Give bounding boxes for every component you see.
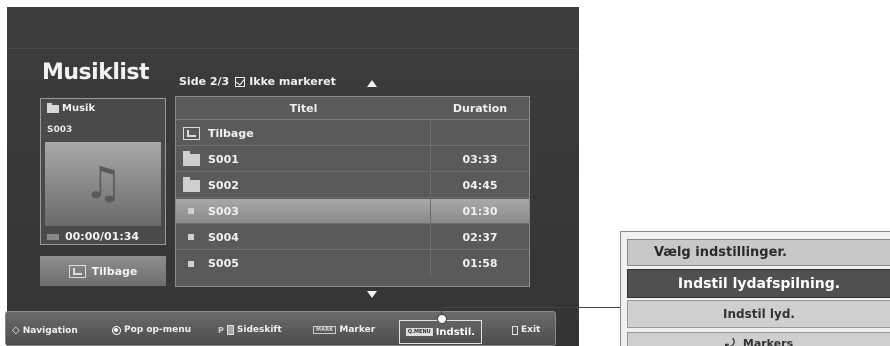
page-info: Side 2/3 Ikke markeret bbox=[179, 75, 336, 88]
table-row[interactable]: S004 02:37 bbox=[176, 225, 529, 250]
music-file-icon bbox=[188, 208, 194, 214]
navigation-arrows-icon: ◇ bbox=[12, 325, 20, 336]
folder-icon bbox=[183, 151, 200, 166]
row-name: S002 bbox=[208, 178, 239, 192]
table-row[interactable]: S001 03:33 bbox=[176, 147, 529, 172]
table-row-selected[interactable]: S003 01:30 bbox=[176, 199, 529, 224]
p-key-label: P bbox=[218, 325, 224, 335]
row-name: S003 bbox=[208, 204, 239, 218]
row-title: S003 bbox=[176, 199, 431, 223]
row-duration: 03:33 bbox=[462, 153, 498, 166]
screen: Musiklist Side 2/3 Ikke markeret Musik S… bbox=[0, 0, 890, 346]
time-label: 00:00/01:34 bbox=[65, 230, 140, 243]
hint-marker: MARK Marker bbox=[313, 325, 375, 335]
markers-label: Markers bbox=[742, 336, 794, 346]
scroll-up-icon[interactable] bbox=[367, 80, 377, 87]
folder-label: Musik bbox=[47, 102, 96, 114]
hint-navigation: ◇ Navigation bbox=[12, 325, 78, 336]
table-row[interactable]: S002 04:45 bbox=[176, 173, 529, 198]
folder-name: Musik bbox=[62, 103, 96, 114]
hint-popup: Pop op-menu bbox=[112, 325, 191, 335]
column-header-duration: Duration bbox=[452, 102, 508, 115]
row-name: S004 bbox=[208, 230, 239, 244]
callout-line bbox=[441, 307, 575, 308]
hint-exit: Exit bbox=[512, 325, 540, 335]
scroll-down-icon[interactable] bbox=[367, 291, 377, 298]
row-title: Tilbage bbox=[176, 121, 431, 145]
music-note-icon: ♫ bbox=[83, 158, 123, 209]
hint-marker-label: Marker bbox=[339, 325, 376, 335]
hint-exit-label: Exit bbox=[521, 325, 541, 335]
row-title: S004 bbox=[176, 225, 431, 249]
options-menu: Vælg indstillinger. Indstil lydafspilnin… bbox=[620, 231, 890, 346]
button-guide-bar: ◇ Navigation Pop op-menu P Sideskift MAR… bbox=[5, 311, 556, 346]
row-title: S001 bbox=[176, 147, 431, 171]
back-button[interactable]: Tilbage bbox=[40, 256, 166, 286]
row-title: S002 bbox=[176, 173, 431, 197]
row-name: S001 bbox=[208, 152, 239, 166]
markers-icon: ⤾ bbox=[724, 335, 735, 346]
hint-pageshift: P Sideskift bbox=[218, 325, 282, 335]
now-playing-panel: Musik S003 ♫ 00:00/01:34 bbox=[40, 98, 166, 245]
ok-button-icon bbox=[112, 325, 121, 335]
music-file-icon bbox=[188, 260, 194, 267]
back-button-label: Tilbage bbox=[91, 264, 138, 278]
hint-pageshift-label: Sideskift bbox=[236, 325, 282, 335]
indstil-label: Indstil. bbox=[435, 326, 476, 338]
page-number: Side 2/3 bbox=[179, 75, 230, 88]
column-header-title: Titel bbox=[289, 102, 318, 115]
album-art: ♫ bbox=[45, 142, 161, 226]
playback-time: 00:00/01:34 bbox=[47, 230, 139, 243]
music-table: Titel Duration Tilbage S001 03:33 S002 0… bbox=[175, 96, 530, 287]
page-title: Musiklist bbox=[42, 60, 150, 85]
menu-title: Vælg indstillinger. bbox=[627, 239, 890, 266]
menu-item-playback[interactable]: Indstil lydafspilning. bbox=[627, 269, 890, 298]
menu-item-sound[interactable]: Indstil lyd. bbox=[627, 300, 890, 328]
hint-navigation-label: Navigation bbox=[22, 325, 78, 336]
callout-dot bbox=[437, 314, 447, 324]
folder-icon bbox=[47, 102, 59, 113]
hint-popup-label: Pop op-menu bbox=[124, 325, 192, 335]
back-icon bbox=[183, 126, 200, 140]
table-row[interactable]: Tilbage bbox=[176, 121, 529, 146]
row-duration: 01:58 bbox=[462, 257, 498, 270]
top-band bbox=[7, 7, 579, 49]
music-file-icon bbox=[188, 234, 194, 240]
folder-icon bbox=[183, 177, 200, 192]
row-duration: 01:30 bbox=[462, 205, 498, 218]
mark-key-icon: MARK bbox=[313, 326, 337, 334]
row-name: Tilbage bbox=[208, 126, 254, 140]
table-row[interactable]: S005 01:58 bbox=[176, 251, 529, 276]
row-duration: 04:45 bbox=[462, 179, 498, 192]
row-title: S005 bbox=[176, 251, 431, 276]
current-file: S003 bbox=[47, 125, 73, 135]
row-duration: 02:37 bbox=[462, 231, 498, 244]
page-key-icon bbox=[226, 325, 234, 335]
mark-status: Ikke markeret bbox=[249, 75, 336, 88]
menu-item-markers[interactable]: ⤾ Markers bbox=[627, 332, 890, 346]
back-icon bbox=[68, 264, 86, 278]
row-duration bbox=[431, 121, 529, 145]
qmenu-key-icon: Q.MENU bbox=[405, 328, 433, 336]
checkbox-icon bbox=[235, 76, 246, 87]
exit-key-icon bbox=[512, 325, 518, 335]
callout-line bbox=[575, 307, 622, 308]
row-name: S005 bbox=[208, 257, 239, 270]
table-header: Titel Duration bbox=[176, 97, 529, 120]
progress-bar bbox=[47, 233, 59, 240]
